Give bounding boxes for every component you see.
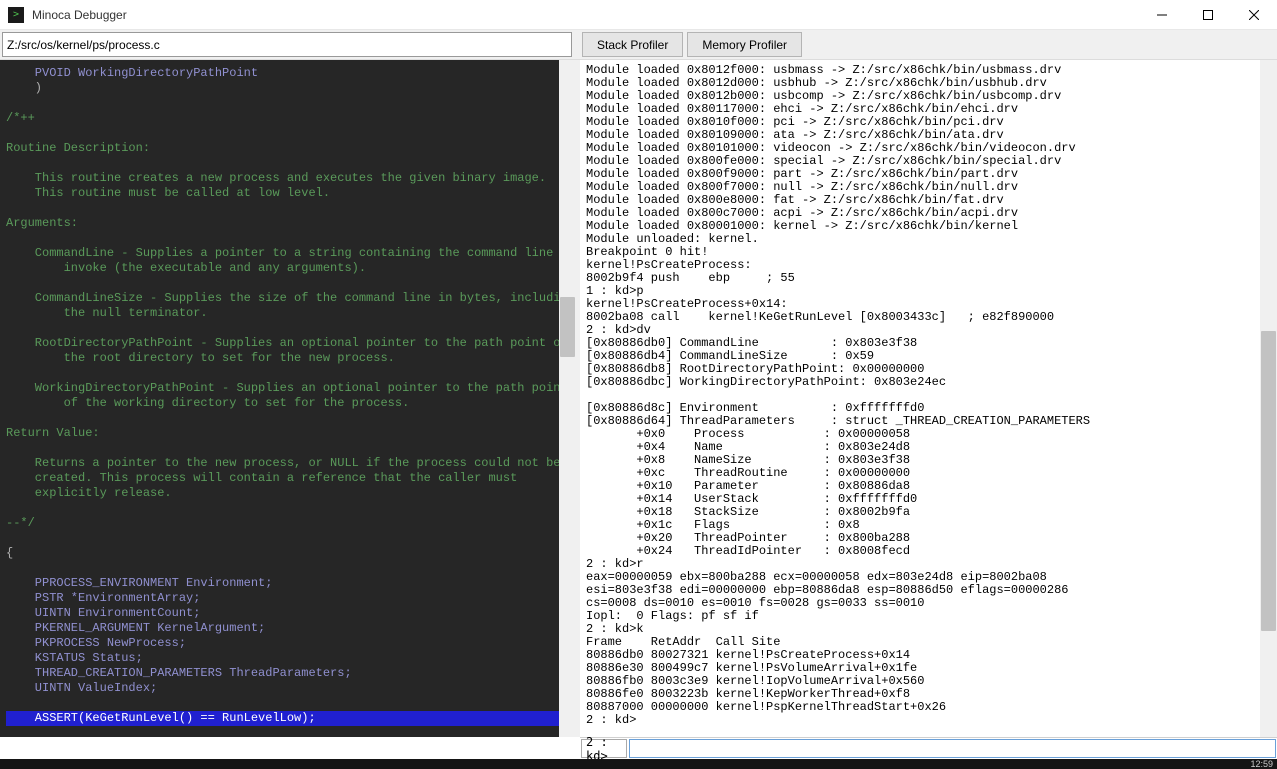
source-pane[interactable]: PVOID WorkingDirectoryPathPoint ) /*++ R… bbox=[0, 60, 576, 737]
source-line: WorkingDirectoryPathPoint - Supplies an … bbox=[6, 381, 576, 396]
source-line: CommandLine - Supplies a pointer to a st… bbox=[6, 246, 576, 261]
source-line bbox=[6, 561, 576, 576]
source-line bbox=[6, 201, 576, 216]
source-line: PPROCESS_ENVIRONMENT Environment; bbox=[6, 576, 576, 591]
source-line bbox=[6, 156, 576, 171]
minimize-button[interactable] bbox=[1139, 0, 1185, 30]
scrollbar-thumb[interactable] bbox=[560, 297, 575, 357]
debug-output-line: 2 : kd> bbox=[586, 714, 1271, 727]
window-title: Minoca Debugger bbox=[32, 8, 1139, 22]
source-line: ASSERT(KeGetRunLevel() == RunLevelLow); bbox=[6, 711, 576, 726]
source-line: PKPROCESS NewProcess; bbox=[6, 636, 576, 651]
debug-scrollbar[interactable] bbox=[1260, 60, 1277, 737]
prompt-bar: 2 : kd> bbox=[580, 737, 1277, 759]
app-icon: > bbox=[8, 7, 24, 23]
source-line: the root directory to set for the new pr… bbox=[6, 351, 576, 366]
close-button[interactable] bbox=[1231, 0, 1277, 30]
source-line: the null terminator. bbox=[6, 306, 576, 321]
source-line bbox=[6, 726, 576, 737]
debug-output-line: 8002b9f4 push ebp ; 55 bbox=[586, 272, 1271, 285]
taskbar: 12:59 bbox=[0, 759, 1277, 769]
source-line: PKERNEL_ARGUMENT KernelArgument; bbox=[6, 621, 576, 636]
source-line: RootDirectoryPathPoint - Supplies an opt… bbox=[6, 336, 576, 351]
source-line bbox=[6, 531, 576, 546]
memory-profiler-button[interactable]: Memory Profiler bbox=[687, 32, 802, 57]
debug-output-pane[interactable]: Module loaded 0x8012f000: usbmass -> Z:/… bbox=[580, 60, 1277, 737]
source-line: /*++ bbox=[6, 111, 576, 126]
debug-output-line: 80887000 00000000 kernel!PspKernelThread… bbox=[586, 701, 1271, 714]
source-line: PSTR *EnvironmentArray; bbox=[6, 591, 576, 606]
toolbar: Stack Profiler Memory Profiler bbox=[0, 30, 1277, 60]
source-line bbox=[6, 501, 576, 516]
source-line bbox=[6, 366, 576, 381]
prompt-label: 2 : kd> bbox=[581, 739, 627, 758]
source-line: UINTN ValueIndex; bbox=[6, 681, 576, 696]
source-line bbox=[6, 411, 576, 426]
source-line: PVOID WorkingDirectoryPathPoint bbox=[6, 66, 576, 81]
source-line bbox=[6, 441, 576, 456]
debug-command-input[interactable] bbox=[629, 739, 1276, 758]
main-split: PVOID WorkingDirectoryPathPoint ) /*++ R… bbox=[0, 60, 1277, 737]
source-line bbox=[6, 276, 576, 291]
source-path-input[interactable] bbox=[2, 32, 572, 57]
debug-output-line: Iopl: 0 Flags: pf sf if bbox=[586, 610, 1271, 623]
source-line: explicitly release. bbox=[6, 486, 576, 501]
source-line: This routine must be called at low level… bbox=[6, 186, 576, 201]
source-line: CommandLineSize - Supplies the size of t… bbox=[6, 291, 576, 306]
source-line: UINTN EnvironmentCount; bbox=[6, 606, 576, 621]
taskbar-clock: 12:59 bbox=[1250, 759, 1273, 769]
source-line bbox=[6, 321, 576, 336]
source-line: Routine Description: bbox=[6, 141, 576, 156]
source-line: --*/ bbox=[6, 516, 576, 531]
source-line: Returns a pointer to the new process, or… bbox=[6, 456, 576, 471]
scrollbar-thumb[interactable] bbox=[1261, 331, 1276, 631]
source-line bbox=[6, 96, 576, 111]
source-line: ) bbox=[6, 81, 576, 96]
source-line: THREAD_CREATION_PARAMETERS ThreadParamet… bbox=[6, 666, 576, 681]
debug-output-line: +0x24 ThreadIdPointer : 0x8008fecd bbox=[586, 545, 1271, 558]
debug-output-line: [0x80886dbc] WorkingDirectoryPathPoint: … bbox=[586, 376, 1271, 389]
source-line: Return Value: bbox=[6, 426, 576, 441]
source-line bbox=[6, 126, 576, 141]
source-line: { bbox=[6, 546, 576, 561]
stack-profiler-button[interactable]: Stack Profiler bbox=[582, 32, 683, 57]
source-line: This routine creates a new process and e… bbox=[6, 171, 576, 186]
source-line bbox=[6, 231, 576, 246]
source-line: KSTATUS Status; bbox=[6, 651, 576, 666]
titlebar: > Minoca Debugger bbox=[0, 0, 1277, 30]
debug-output-line: 8002ba08 call kernel!KeGetRunLevel [0x80… bbox=[586, 311, 1271, 324]
source-line: of the working directory to set for the … bbox=[6, 396, 576, 411]
source-line bbox=[6, 696, 576, 711]
source-scrollbar[interactable] bbox=[559, 60, 576, 737]
source-line: created. This process will contain a ref… bbox=[6, 471, 576, 486]
maximize-button[interactable] bbox=[1185, 0, 1231, 30]
source-line: invoke (the executable and any arguments… bbox=[6, 261, 576, 276]
source-line: Arguments: bbox=[6, 216, 576, 231]
